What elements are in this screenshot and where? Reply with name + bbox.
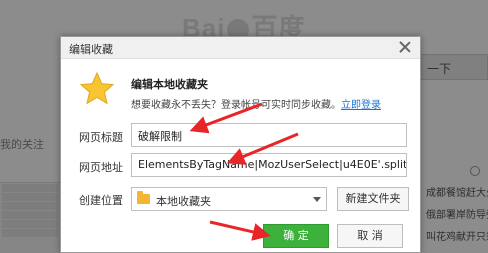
url-input[interactable]: ElementsByTagName|MozUserSelect|u4E0E'.s… (131, 153, 407, 177)
location-select[interactable]: 本地收藏夹 (131, 187, 327, 211)
location-value: 本地收藏夹 (156, 195, 211, 208)
star-icon (79, 71, 115, 105)
edit-bookmark-dialog: 编辑收藏 编辑本地收藏夹 想要收藏永不丢失？登录帐号可实时同步收藏。立即登录 网… (60, 36, 421, 253)
sync-hint: 想要收藏永不丢失？登录帐号可实时同步收藏。 (131, 100, 341, 111)
folder-icon (137, 191, 150, 204)
title-label: 网页标题 (79, 131, 123, 144)
url-label: 网页地址 (79, 161, 123, 174)
close-icon[interactable] (398, 40, 412, 54)
cancel-button[interactable]: 取 消 (337, 224, 403, 248)
dialog-subtext: 想要收藏永不丢失？登录帐号可实时同步收藏。立即登录 (131, 96, 381, 111)
location-label: 创建位置 (79, 194, 123, 207)
new-folder-button[interactable]: 新建文件夹 (337, 187, 409, 211)
title-input[interactable]: 破解限制 (131, 123, 407, 147)
dialog-titlebar: 编辑收藏 (61, 37, 420, 59)
dialog-heading: 编辑本地收藏夹 (131, 78, 208, 91)
chevron-down-icon[interactable] (313, 197, 321, 202)
confirm-button[interactable]: 确 定 (263, 224, 329, 248)
dialog-title: 编辑收藏 (69, 43, 113, 56)
login-link[interactable]: 立即登录 (341, 100, 381, 111)
